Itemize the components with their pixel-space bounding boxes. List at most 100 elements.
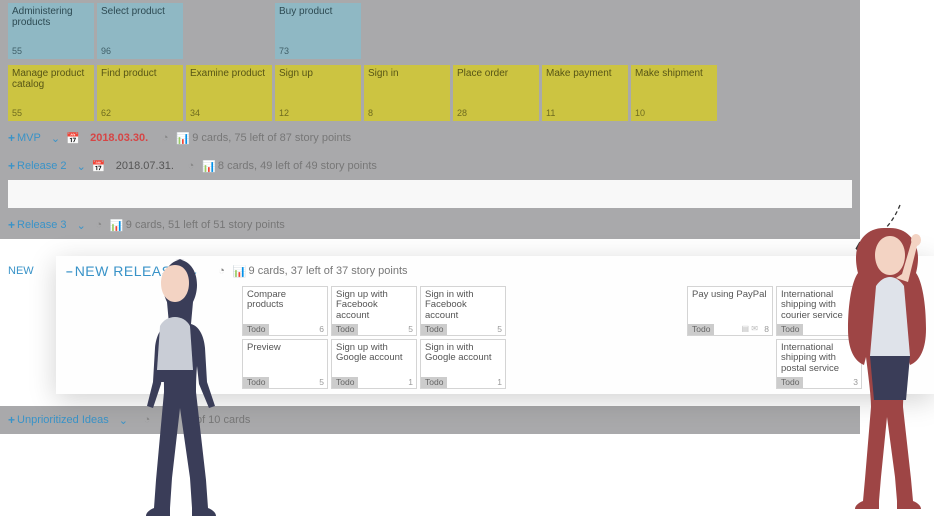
story-status: Todo bbox=[777, 324, 803, 335]
story-card[interactable]: Preview Todo 5 bbox=[242, 339, 328, 389]
story-points: 5 bbox=[497, 325, 502, 334]
story-status: Todo bbox=[777, 377, 803, 388]
card-title: Manage product catalog bbox=[12, 68, 84, 90]
story-title: Compare products bbox=[247, 289, 286, 310]
story-points: 5 bbox=[319, 378, 324, 387]
card-title: Make payment bbox=[546, 68, 612, 79]
epic-card[interactable]: Place order 28 bbox=[453, 65, 539, 121]
story-status: Todo bbox=[332, 324, 358, 335]
story-title: Pay using PayPal bbox=[692, 289, 766, 300]
card-title: Sign in bbox=[368, 68, 399, 79]
epic-card[interactable]: Examine product34 bbox=[186, 65, 272, 121]
story-card[interactable]: Sign up with Google accountTodo1 bbox=[331, 339, 417, 389]
story-title: Preview bbox=[247, 342, 281, 353]
epic-card[interactable]: Select product 96 bbox=[97, 3, 183, 59]
story-status: Todo bbox=[421, 377, 447, 388]
release-name[interactable]: Unprioritized Ideas bbox=[17, 414, 109, 426]
epic-card[interactable]: Manage product catalog 55 bbox=[8, 65, 94, 121]
card-number: 12 bbox=[279, 109, 289, 119]
drop-zone[interactable] bbox=[8, 180, 852, 208]
epic-card[interactable]: Buy product 73 bbox=[275, 3, 361, 59]
story-title: Sign up with Google account bbox=[336, 342, 403, 363]
story-title: Sign up with Facebook account bbox=[336, 289, 388, 321]
release-stats: 9 cards, 51 left of 51 story points bbox=[126, 219, 285, 231]
epic-card[interactable]: Sign up 12 bbox=[275, 65, 361, 121]
calendar-icon[interactable]: 📅 bbox=[92, 160, 106, 173]
person-illustration-left bbox=[130, 259, 220, 519]
card-number: 10 bbox=[635, 109, 645, 119]
stopwatch-icon: ◔ bbox=[158, 132, 172, 144]
release-bar-unprioritized[interactable]: +Unprioritized Ideas⌄◔of 10 cards bbox=[0, 406, 860, 434]
card-title: Make shipment bbox=[635, 68, 703, 79]
release-date: 2018.07.31. bbox=[116, 160, 174, 172]
story-card[interactable]: Sign in with Google account Todo 1 bbox=[420, 339, 506, 389]
card-number: 34 bbox=[190, 109, 200, 119]
story-status: Todo bbox=[243, 324, 269, 335]
story-card[interactable]: Compare products Todo 6 bbox=[242, 286, 328, 336]
stopwatch-icon: ◔ bbox=[184, 160, 198, 172]
story-points: 5 bbox=[408, 325, 413, 334]
card-title: Select product bbox=[101, 6, 165, 17]
card-title: Place order bbox=[457, 68, 508, 79]
release-date: 2018.03.30. bbox=[90, 132, 148, 144]
story-points: 1 bbox=[408, 378, 413, 387]
card-title: Administering products bbox=[12, 6, 73, 28]
chevron-down-icon[interactable]: ⌄ bbox=[77, 219, 86, 232]
epic-card[interactable]: Find product 62 bbox=[97, 65, 183, 121]
story-title: International shipping with courier serv… bbox=[781, 289, 843, 321]
new-release-bg-label: NEW bbox=[8, 265, 34, 277]
chart-icon[interactable]: 📊 bbox=[110, 219, 124, 232]
card-number: 73 bbox=[279, 47, 289, 57]
epic-card[interactable]: Administering products 55 bbox=[8, 3, 94, 59]
release-stats: 8 cards, 49 left of 49 story points bbox=[218, 160, 377, 172]
chevron-down-icon[interactable]: ⌄ bbox=[77, 160, 86, 173]
card-number: 11 bbox=[546, 109, 555, 119]
meta-icons: ▤ ✉ bbox=[742, 325, 758, 334]
calendar-icon[interactable]: 📅 bbox=[66, 132, 80, 145]
story-points: 6 bbox=[319, 325, 324, 334]
toggle-icon[interactable]: + bbox=[8, 159, 15, 173]
story-status: Todo bbox=[243, 377, 269, 388]
chevron-down-icon[interactable]: ⌄ bbox=[119, 414, 128, 427]
story-card[interactable]: Pay using PayPal Todo ▤ ✉ 8 bbox=[687, 286, 773, 336]
stopwatch-icon: ◔ bbox=[92, 219, 106, 231]
release-bar[interactable]: +Release 3 ⌄ ◔ 📊9 cards, 51 left of 51 stor… bbox=[0, 211, 860, 239]
card-title: Buy product bbox=[279, 6, 332, 17]
release-bar[interactable]: +MVP ⌄ 📅 2018.03.30. ◔ 📊9 cards, 75 left of 8… bbox=[0, 124, 860, 152]
toggle-icon[interactable]: + bbox=[8, 131, 15, 145]
card-number: 55 bbox=[12, 109, 22, 119]
story-title: Sign in with Google account bbox=[425, 342, 492, 363]
release-bar[interactable]: +Release 2 ⌄ 📅 2018.07.31. ◔ 📊8 cards, 49 lef… bbox=[0, 152, 860, 180]
chart-icon[interactable]: 📊 bbox=[202, 160, 216, 173]
release-name[interactable]: MVP bbox=[17, 132, 41, 144]
story-points: 8 bbox=[764, 325, 769, 334]
release-name[interactable]: Release 2 bbox=[17, 160, 67, 172]
person-illustration-right bbox=[840, 228, 934, 518]
story-points: 1 bbox=[497, 378, 502, 387]
card-number: 28 bbox=[457, 109, 467, 119]
story-status: Todo bbox=[421, 324, 447, 335]
toggle-icon[interactable]: – bbox=[66, 264, 73, 278]
card-title: Find product bbox=[101, 68, 157, 79]
release-name[interactable]: Release 3 bbox=[17, 219, 67, 231]
card-number: 62 bbox=[101, 109, 111, 119]
story-card[interactable]: Sign up with Facebook account Todo 5 bbox=[331, 286, 417, 336]
epic-card[interactable]: Make payment 11 bbox=[542, 65, 628, 121]
chart-icon[interactable]: 📊 bbox=[176, 132, 190, 145]
epic-card[interactable]: Make shipment 10 bbox=[631, 65, 717, 121]
card-number: 96 bbox=[101, 47, 111, 57]
release-stats: 9 cards, 37 left of 37 story points bbox=[249, 265, 408, 277]
chevron-down-icon[interactable]: ⌄ bbox=[51, 132, 60, 145]
card-number: 55 bbox=[12, 47, 22, 57]
toggle-icon[interactable]: + bbox=[8, 218, 15, 232]
story-status: Todo bbox=[688, 324, 714, 335]
chart-icon[interactable]: 📊 bbox=[233, 265, 247, 278]
story-card[interactable]: Sign in with Facebook account Todo 5 bbox=[420, 286, 506, 336]
story-title: Sign in with Facebook account bbox=[425, 289, 474, 321]
release-stats: 9 cards, 75 left of 87 story points bbox=[192, 132, 351, 144]
card-title: Sign up bbox=[279, 68, 313, 79]
story-title: International shipping with postal servi… bbox=[781, 342, 839, 374]
card-number: 8 bbox=[368, 109, 373, 119]
epic-card[interactable]: Sign in 8 bbox=[364, 65, 450, 121]
toggle-icon[interactable]: + bbox=[8, 413, 15, 427]
